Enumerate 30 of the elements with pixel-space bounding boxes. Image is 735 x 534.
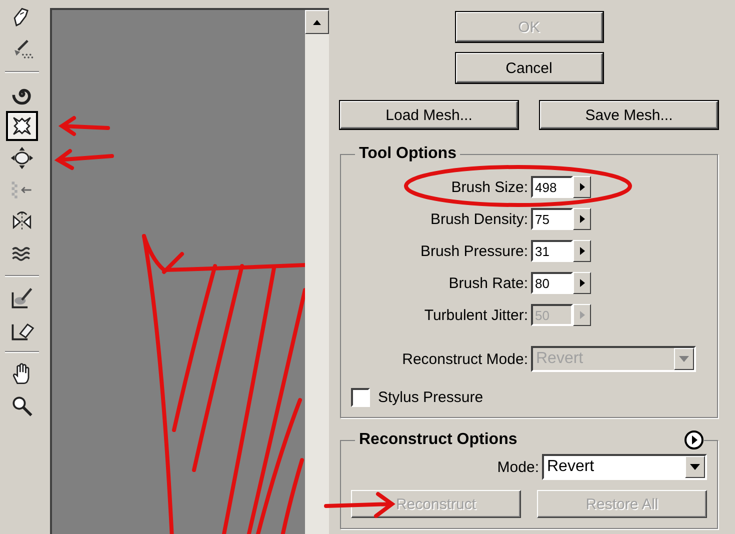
number-field[interactable]: 80 xyxy=(531,272,573,294)
number-field[interactable]: 75 xyxy=(531,208,573,230)
field-label: Brush Rate: xyxy=(448,274,528,292)
inward-arrows-icon[interactable] xyxy=(6,111,38,141)
field-label: Brush Density: xyxy=(430,210,528,228)
dropdown[interactable]: Revert xyxy=(542,454,707,480)
slider-popup-button[interactable] xyxy=(573,240,591,262)
checkbox-label: Stylus Pressure xyxy=(378,389,484,406)
field-label: Turbulent Jitter: xyxy=(424,306,528,324)
field-label: Brush Pressure: xyxy=(420,242,528,260)
section-title: Reconstruct Options xyxy=(359,431,518,449)
annotation-arrow xyxy=(324,492,396,518)
play-icon[interactable] xyxy=(684,430,704,450)
slider-popup-button[interactable] xyxy=(573,208,591,230)
save-mesh-button[interactable]: Save Mesh... xyxy=(540,101,718,129)
annotation-arrow xyxy=(58,116,110,136)
slider-popup-button[interactable] xyxy=(573,304,591,326)
slider-popup-button[interactable] xyxy=(573,176,591,198)
field-label: Mode: xyxy=(497,458,539,476)
number-field[interactable]: 498 xyxy=(531,176,573,198)
load-mesh-button[interactable]: Load Mesh... xyxy=(340,101,518,129)
field-label: Reconstruct Mode: xyxy=(402,350,528,368)
annotation-arrow xyxy=(54,149,114,170)
slider-popup-button[interactable] xyxy=(573,272,591,294)
section-title: Tool Options xyxy=(358,145,458,163)
number-field[interactable]: 31 xyxy=(531,240,573,262)
cancel-button[interactable]: Cancel xyxy=(456,53,602,83)
field-label: Brush Size: xyxy=(451,178,528,196)
checkbox[interactable] xyxy=(351,388,370,407)
scroll-up-button[interactable] xyxy=(305,10,329,34)
